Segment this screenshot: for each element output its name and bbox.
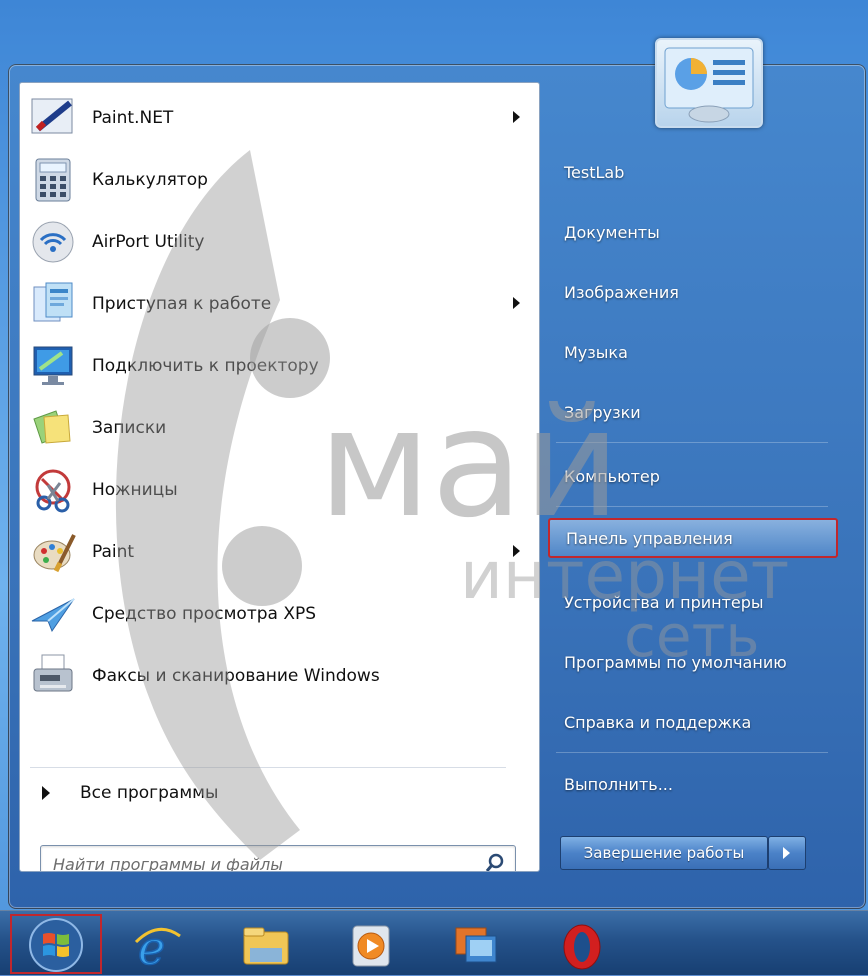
all-programs-arrow-icon bbox=[42, 786, 50, 800]
search-input[interactable] bbox=[51, 850, 475, 871]
program-item-snipping-tool[interactable]: Ножницы bbox=[30, 461, 530, 519]
programs-separator bbox=[30, 767, 506, 768]
windows-start-icon bbox=[29, 918, 83, 972]
program-label: Paint bbox=[92, 542, 135, 562]
program-item-getting-started[interactable]: Приступая к работе bbox=[30, 275, 530, 333]
places-separator bbox=[556, 442, 828, 443]
control-panel-picture-icon bbox=[664, 47, 754, 123]
programs-pane: Paint.NET Калькулятор AirPort Utility Пр… bbox=[19, 82, 540, 872]
xps-viewer-icon bbox=[30, 591, 76, 637]
program-item-airport-utility[interactable]: AirPort Utility bbox=[30, 213, 530, 271]
place-documents[interactable]: Документы bbox=[548, 212, 838, 252]
place-label: Загрузки bbox=[564, 402, 641, 422]
taskbar bbox=[0, 910, 868, 975]
airport-icon bbox=[30, 219, 76, 265]
program-item-paintnet[interactable]: Paint.NET bbox=[30, 89, 530, 147]
place-label: Панель управления bbox=[566, 528, 733, 548]
place-label: Устройства и принтеры bbox=[564, 592, 764, 612]
place-label: Компьютер bbox=[564, 466, 660, 486]
remote-desktop-icon[interactable] bbox=[450, 922, 502, 970]
projector-icon bbox=[30, 343, 76, 389]
place-run[interactable]: Выполнить... bbox=[548, 764, 838, 804]
program-label: AirPort Utility bbox=[92, 232, 205, 252]
place-music[interactable]: Музыка bbox=[548, 332, 838, 372]
program-item-xps-viewer[interactable]: Средство просмотра XPS bbox=[30, 585, 530, 643]
submenu-arrow-icon bbox=[513, 111, 520, 123]
program-item-projector[interactable]: Подключить к проектору bbox=[30, 337, 530, 395]
place-label: Справка и поддержка bbox=[564, 712, 752, 732]
place-devices-printers[interactable]: Устройства и принтеры bbox=[548, 582, 838, 622]
program-label: Записки bbox=[92, 418, 167, 438]
search-box[interactable] bbox=[40, 845, 516, 872]
place-label: Изображения bbox=[564, 282, 679, 302]
place-label: TestLab bbox=[564, 162, 625, 182]
program-item-sticky-notes[interactable]: Записки bbox=[30, 399, 530, 457]
getting-started-icon bbox=[30, 281, 76, 327]
file-explorer-icon[interactable] bbox=[240, 922, 292, 970]
place-computer[interactable]: Компьютер bbox=[548, 456, 838, 496]
place-label: Музыка bbox=[564, 342, 628, 362]
program-label: Средство просмотра XPS bbox=[92, 604, 317, 624]
program-label: Калькулятор bbox=[92, 170, 208, 190]
internet-explorer-icon[interactable]: e bbox=[132, 920, 184, 976]
opera-icon[interactable] bbox=[556, 922, 608, 970]
program-label: Ножницы bbox=[92, 480, 178, 500]
all-programs-button[interactable]: Все программы bbox=[30, 771, 506, 815]
program-label: Приступая к работе bbox=[92, 294, 272, 314]
shutdown-button[interactable]: Завершение работы bbox=[560, 836, 768, 870]
submenu-arrow-icon bbox=[513, 297, 520, 309]
sticky-notes-icon bbox=[30, 405, 76, 451]
fax-scan-icon bbox=[30, 653, 76, 699]
paintnet-icon bbox=[30, 95, 76, 141]
places-separator bbox=[556, 752, 828, 753]
paint-icon bbox=[30, 529, 76, 575]
program-item-fax-scan[interactable]: Факсы и сканирование Windows bbox=[30, 647, 530, 705]
place-downloads[interactable]: Загрузки bbox=[548, 392, 838, 432]
program-label: Paint.NET bbox=[92, 108, 174, 128]
all-programs-label: Все программы bbox=[80, 783, 219, 803]
place-label: Программы по умолчанию bbox=[564, 652, 787, 672]
start-button[interactable] bbox=[10, 914, 102, 974]
program-item-paint[interactable]: Paint bbox=[30, 523, 530, 581]
place-help-support[interactable]: Справка и поддержка bbox=[548, 702, 838, 742]
submenu-arrow-icon bbox=[513, 545, 520, 557]
places-separator bbox=[556, 506, 828, 507]
user-picture-tile[interactable] bbox=[655, 38, 763, 128]
media-player-icon[interactable] bbox=[345, 922, 397, 970]
place-label: Выполнить... bbox=[564, 774, 673, 794]
place-testlab[interactable]: TestLab bbox=[548, 152, 838, 192]
place-pictures[interactable]: Изображения bbox=[548, 272, 838, 312]
place-label: Документы bbox=[564, 222, 660, 242]
program-label: Факсы и сканирование Windows bbox=[92, 666, 380, 686]
place-default-programs[interactable]: Программы по умолчанию bbox=[548, 642, 838, 682]
search-icon[interactable] bbox=[485, 853, 505, 872]
program-label: Подключить к проектору bbox=[92, 356, 319, 376]
shutdown-label: Завершение работы bbox=[583, 844, 745, 862]
shutdown-options-button[interactable] bbox=[768, 836, 806, 870]
program-item-calculator[interactable]: Калькулятор bbox=[30, 151, 530, 209]
calculator-icon bbox=[30, 157, 76, 203]
scissors-icon bbox=[30, 467, 76, 513]
place-control-panel[interactable]: Панель управления bbox=[548, 518, 838, 558]
